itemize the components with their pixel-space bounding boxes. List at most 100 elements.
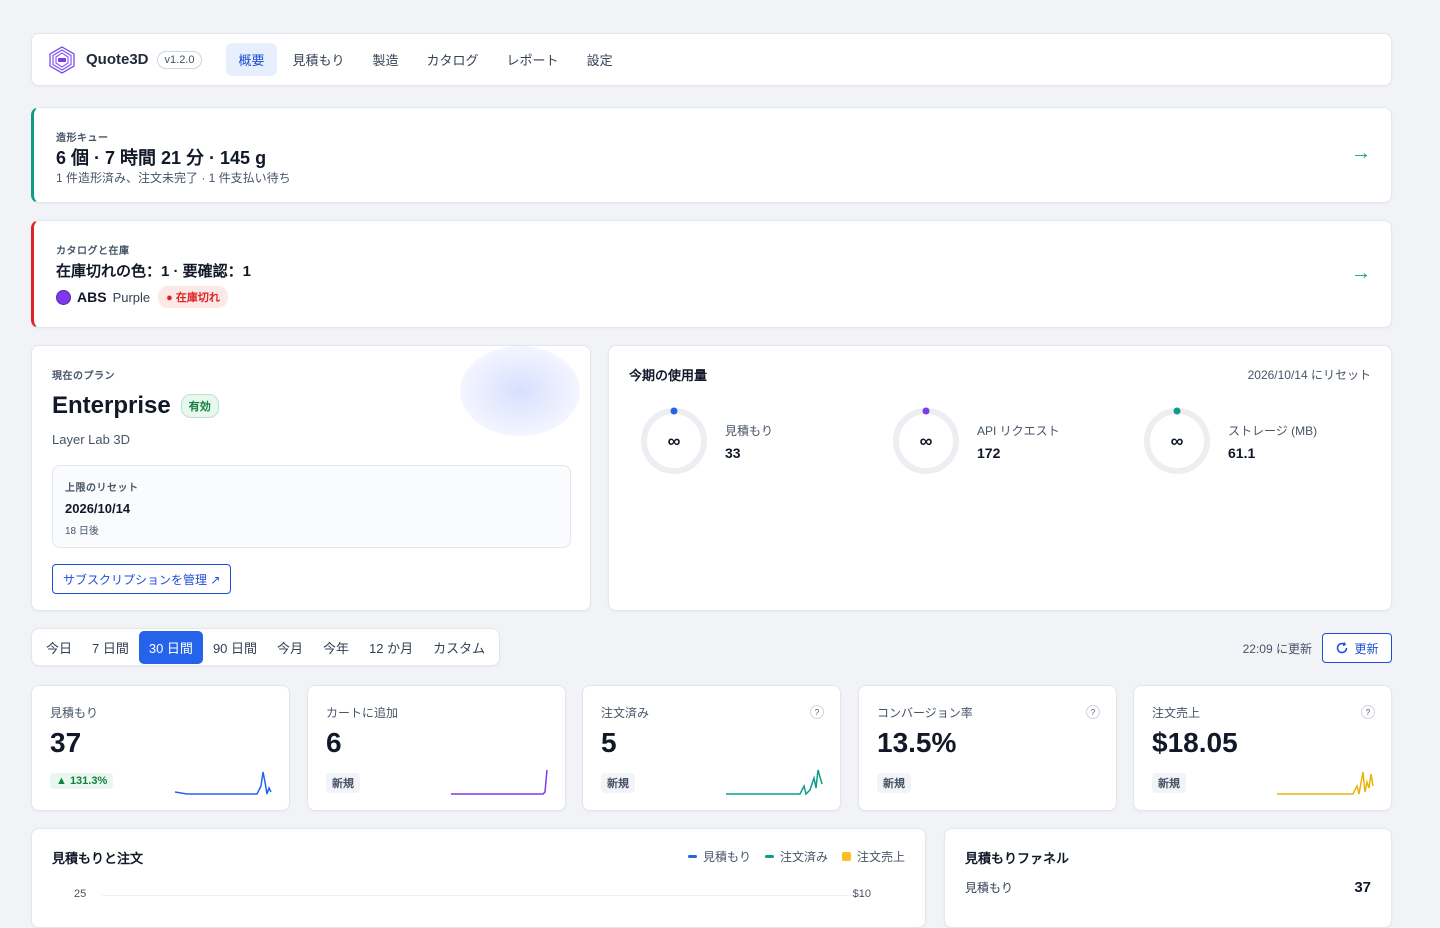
legend-item[interactable]: 注文済み bbox=[764, 848, 828, 865]
legend-line-marker bbox=[687, 855, 697, 858]
usage-ring: ∞ bbox=[639, 406, 709, 476]
kpi-value: 13.5% bbox=[877, 727, 957, 758]
range-this-year[interactable]: 今年 bbox=[313, 631, 359, 664]
queue-summary: 6 個 · 7 時間 21 分 · 145 g bbox=[56, 148, 267, 168]
legend-item[interactable]: 見積もり bbox=[687, 848, 751, 865]
brand-name: Quote3D bbox=[86, 51, 149, 68]
usage-value: 61.1 bbox=[1228, 444, 1256, 461]
decorative-glow bbox=[460, 346, 580, 436]
tab-overview[interactable]: 概要 bbox=[226, 43, 277, 76]
legend-bar-marker bbox=[841, 852, 851, 861]
last-updated: 22:09 に更新 bbox=[1242, 642, 1312, 656]
plan-name: Enterprise bbox=[52, 392, 171, 419]
plan-label: 現在のプラン bbox=[52, 371, 115, 382]
tab-production[interactable]: 製造 bbox=[361, 43, 411, 76]
kpi-card-revenue: 注文売上 ? $18.05 新規 bbox=[1133, 685, 1392, 811]
range-today[interactable]: 今日 bbox=[36, 631, 82, 664]
out-of-stock-badge: ● 在庫切れ bbox=[158, 286, 228, 308]
manage-subscription-button[interactable]: サブスクリプションを管理 ↗ bbox=[52, 564, 232, 594]
usage-label: 見積もり bbox=[725, 423, 774, 438]
help-icon[interactable]: ? bbox=[1361, 705, 1375, 719]
catalog-stock-banner[interactable]: カタログと在庫 在庫切れの色：1 · 要確認：1 ABS Purple ● 在庫… bbox=[31, 220, 1392, 328]
color-swatch bbox=[56, 289, 71, 305]
kpi-value: 37 bbox=[50, 727, 82, 758]
plan-heading: Enterprise 有効 bbox=[52, 392, 219, 420]
arrow-right-icon[interactable]: → bbox=[1351, 262, 1371, 285]
arrow-right-icon[interactable]: → bbox=[1351, 142, 1371, 165]
kpi-label: 注文済み bbox=[601, 706, 650, 720]
quotes-orders-chart-card: 見積もりと注文 見積もり 注文済み 注文売上 25 $10 bbox=[31, 828, 926, 928]
limit-reset-box: 上限のリセット 2026/10/14 18 日後 bbox=[52, 465, 571, 548]
usage-card: 今期の使用量 2026/10/14 にリセット ∞ 見積もり 33 ∞ API … bbox=[608, 345, 1392, 611]
help-icon[interactable]: ? bbox=[810, 705, 824, 719]
date-range-selector: 今日 7 日間 30 日間 90 日間 今月 今年 12 か月 カスタム bbox=[31, 628, 501, 666]
chart-legend: 見積もり 注文済み 注文売上 bbox=[687, 848, 905, 865]
infinity-limit: ∞ bbox=[1170, 430, 1184, 451]
color-name: Purple bbox=[112, 289, 151, 305]
usage-item-storage: ∞ ストレージ (MB) 61.1 bbox=[1142, 406, 1317, 476]
print-queue-banner[interactable]: 造形キュー 6 個 · 7 時間 21 分 · 145 g 1 件造形済み、注文… bbox=[31, 107, 1392, 203]
kpi-label: 見積もり bbox=[50, 706, 99, 720]
usage-item-api: ∞ API リクエスト 172 bbox=[891, 406, 1060, 476]
kpi-new-badge: 新規 bbox=[326, 773, 360, 793]
kpi-label: 注文売上 bbox=[1152, 706, 1201, 720]
tab-catalog[interactable]: カタログ bbox=[415, 43, 491, 76]
usage-reset-note: 2026/10/14 にリセット bbox=[1247, 368, 1371, 382]
version-badge: v1.2.0 bbox=[156, 50, 203, 69]
plan-status-badge: 有効 bbox=[180, 394, 219, 418]
legend-item[interactable]: 注文売上 bbox=[841, 848, 905, 865]
usage-label: API リクエスト bbox=[977, 423, 1060, 438]
usage-ring: ∞ bbox=[891, 406, 961, 476]
catalog-label: カタログと在庫 bbox=[56, 246, 130, 257]
usage-ring: ∞ bbox=[1142, 406, 1212, 476]
kpi-card-quotes: 見積もり 37 ▲ 131.3% bbox=[31, 685, 290, 811]
top-nav: Quote3D v1.2.0 概要 見積もり 製造 カタログ レポート 設定 bbox=[31, 33, 1392, 86]
funnel-title: 見積もりファネル bbox=[965, 851, 1070, 866]
reset-label: 上限のリセット bbox=[65, 483, 139, 494]
quote-funnel-card: 見積もりファネル 見積もり 37 bbox=[944, 828, 1392, 928]
infinity-limit: ∞ bbox=[919, 430, 933, 451]
kpi-value: 5 bbox=[601, 727, 617, 758]
kpi-label: カートに追加 bbox=[326, 706, 399, 720]
chart-title: 見積もりと注文 bbox=[52, 851, 144, 866]
kpi-sparkline bbox=[175, 771, 272, 795]
funnel-label: 見積もり bbox=[965, 881, 1014, 895]
range-30-days[interactable]: 30 日間 bbox=[138, 630, 203, 664]
usage-label: ストレージ (MB) bbox=[1228, 423, 1318, 438]
tab-quotes[interactable]: 見積もり bbox=[281, 43, 357, 76]
help-icon[interactable]: ? bbox=[1086, 705, 1100, 719]
range-custom[interactable]: カスタム bbox=[423, 631, 495, 664]
reset-date: 2026/10/14 bbox=[65, 501, 131, 516]
reset-countdown: 18 日後 bbox=[65, 526, 99, 537]
legend-line-marker bbox=[764, 855, 774, 858]
range-this-month[interactable]: 今月 bbox=[267, 631, 313, 664]
tab-settings[interactable]: 設定 bbox=[575, 43, 625, 76]
usage-value: 172 bbox=[977, 444, 1001, 461]
kpi-card-ordered: 注文済み ? 5 新規 bbox=[582, 685, 841, 811]
refresh-label: 更新 bbox=[1354, 641, 1379, 656]
range-7-days[interactable]: 7 日間 bbox=[82, 631, 139, 664]
stock-item: ABS Purple ● 在庫切れ bbox=[56, 286, 228, 308]
material-name: ABS bbox=[77, 289, 107, 305]
range-12-months[interactable]: 12 か月 bbox=[359, 631, 423, 664]
kpi-card-conversion: コンバージョン率 ? 13.5% 新規 bbox=[858, 685, 1117, 811]
range-90-days[interactable]: 90 日間 bbox=[203, 631, 267, 664]
kpi-sparkline bbox=[451, 769, 548, 795]
out-of-stock-text: 在庫切れ bbox=[175, 292, 220, 304]
infinity-limit: ∞ bbox=[667, 430, 681, 451]
kpi-sparkline bbox=[1277, 771, 1374, 795]
queue-subtitle: 1 件造形済み、注文未完了 · 1 件支払い待ち bbox=[56, 171, 291, 185]
refresh-icon bbox=[1337, 642, 1348, 654]
catalog-summary: 在庫切れの色：1 · 要確認：1 bbox=[56, 263, 252, 280]
usage-title: 今期の使用量 bbox=[629, 368, 708, 383]
tab-reports[interactable]: レポート bbox=[495, 43, 571, 76]
funnel-row: 見積もり 37 bbox=[965, 879, 1371, 896]
refresh-button[interactable]: 更新 bbox=[1322, 633, 1392, 663]
legend-label: 注文売上 bbox=[856, 850, 905, 864]
kpi-label: コンバージョン率 bbox=[877, 706, 973, 720]
organization-name: Layer Lab 3D bbox=[52, 432, 131, 447]
legend-label: 見積もり bbox=[702, 850, 751, 864]
kpi-sparkline bbox=[726, 769, 823, 796]
legend-label: 注文済み bbox=[779, 850, 828, 864]
kpi-value: 6 bbox=[326, 727, 342, 758]
